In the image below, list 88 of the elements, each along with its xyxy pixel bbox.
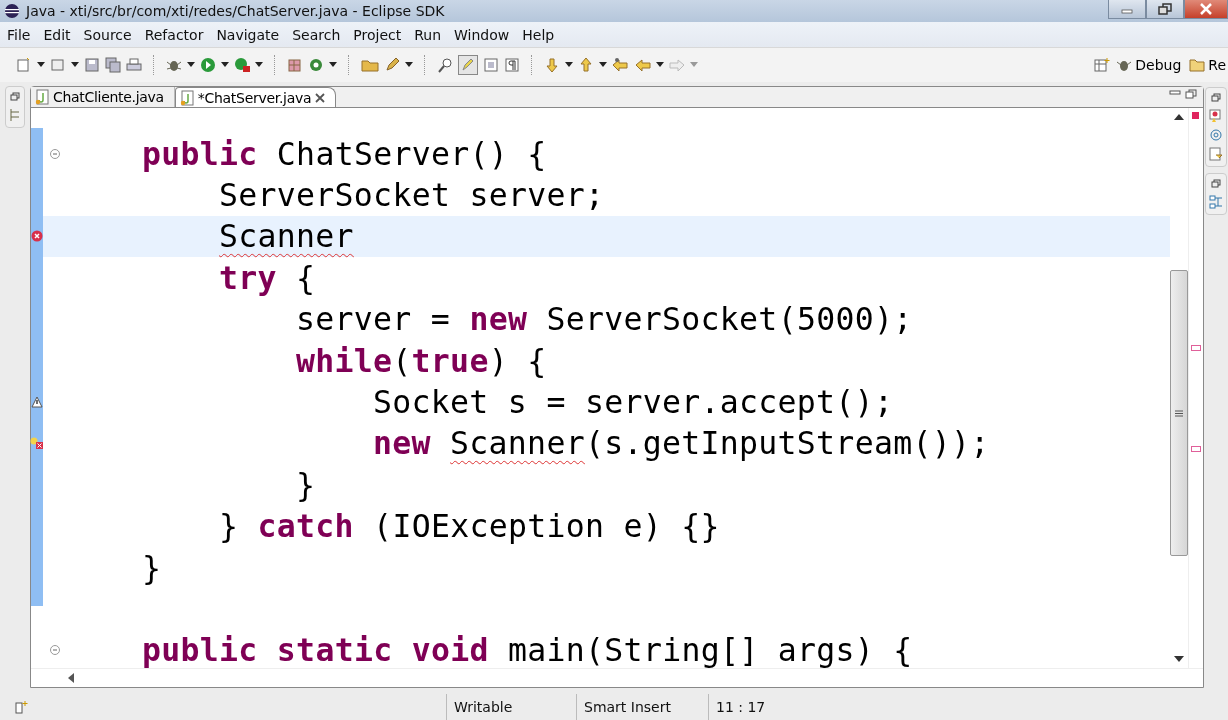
close-button[interactable] [1184,0,1228,19]
open-perspective-icon[interactable] [1094,57,1111,73]
code-line: } catch (IOException e) {} [219,508,720,545]
run-tool-icon[interactable] [234,57,250,73]
caret-icon[interactable] [329,62,337,68]
previous-annotation-icon[interactable] [578,57,594,73]
caret-icon[interactable] [187,62,195,68]
print-icon[interactable] [126,57,142,73]
block-select-icon[interactable] [483,57,499,73]
menu-item[interactable]: File [2,26,39,43]
problems-icon[interactable] [1209,109,1223,123]
minimize-icon[interactable] [1169,89,1181,97]
pilcrow-icon[interactable] [504,57,520,73]
menu-item[interactable]: Edit [38,26,79,43]
menu-item[interactable]: Run [409,26,450,43]
run-icon[interactable] [200,57,216,73]
menu-item[interactable]: Help [517,26,563,43]
restore-icon[interactable] [1211,179,1221,189]
caret-icon[interactable] [37,62,45,68]
editor-tab[interactable]: *ChatServer.java [174,87,337,107]
code-line: Socket s = server.accept(); [373,384,894,421]
annotation-mark[interactable] [1191,345,1201,351]
fast-view-icon[interactable] [14,700,28,714]
scrollbar-thumb[interactable] [1170,270,1188,556]
restore-button[interactable] [1146,0,1184,19]
scroll-up-icon[interactable] [1174,113,1184,121]
java-file-icon [35,89,49,105]
close-icon[interactable] [315,92,326,103]
code-line: Scanner [219,218,354,255]
lightbulb-error-icon[interactable] [30,437,44,450]
restore-icon[interactable] [1211,93,1221,103]
code-line: server = new ServerSocket(5000); [296,301,913,338]
maximize-icon[interactable] [1185,89,1197,99]
annotation-mark[interactable] [1191,446,1201,452]
perspective-button[interactable]: Debug [1114,55,1184,75]
status-text: Smart Insert [576,694,708,720]
new-file-icon[interactable] [16,57,32,73]
error-icon[interactable] [31,230,43,243]
hierarchy-icon[interactable] [1209,195,1223,209]
declaration-icon[interactable] [1209,147,1223,161]
pencil-icon[interactable] [384,57,400,73]
code-line: ServerSocket server; [219,177,605,214]
java-file-icon [179,89,194,106]
fold-icon[interactable] [50,148,60,159]
code-line: while(true) { [296,342,547,379]
next-annotation-icon[interactable] [544,57,560,73]
code-line: public ChatServer() { [142,135,547,172]
status-text: 11 : 17 [708,694,816,720]
code-line: } [142,549,162,586]
fold-icon[interactable] [50,645,60,656]
menu-item[interactable]: Window [449,26,518,43]
scroll-down-icon[interactable] [1174,655,1184,663]
caret-icon[interactable] [255,62,263,68]
save-icon[interactable] [84,57,100,73]
code-line: new Scanner(s.getInputStream()); [373,425,990,462]
restore-icon [1158,3,1172,15]
scroll-left-icon[interactable] [67,673,75,683]
folder-icon [1189,57,1206,73]
outline-icon[interactable] [9,108,21,122]
caret-icon[interactable] [656,62,664,68]
menu-item[interactable]: Project [348,26,410,43]
menu-item[interactable]: Navigate [211,26,288,43]
eclipse-icon [4,3,20,19]
caret-icon[interactable] [71,62,79,68]
close-icon [1199,3,1213,15]
perspective-button[interactable]: Re [1187,55,1228,75]
caret-icon[interactable] [221,62,229,68]
caret-icon[interactable] [565,62,573,68]
menu-item[interactable]: Source [78,26,140,43]
warning-icon[interactable] [31,396,43,409]
menu-item[interactable]: Search [287,26,349,43]
highlight-icon[interactable] [458,55,478,75]
restore-icon[interactable] [10,92,20,102]
status-text: Writable [446,694,576,720]
at-sign-icon[interactable] [1210,129,1222,141]
back-arrow-icon[interactable] [635,57,651,73]
minimize-button[interactable] [1108,0,1146,19]
caret-icon[interactable] [599,62,607,68]
code-line: try { [219,259,316,296]
window-title: Java - xti/src/br/com/xti/redes/ChatServer.java - Eclipse SDK [26,3,445,19]
grip-icon [1175,409,1183,417]
caret-icon[interactable] [405,62,413,68]
menu-item[interactable]: Refactor [139,26,212,43]
last-edit-icon[interactable] [612,57,630,73]
code-line: } [296,466,316,503]
save-all-icon[interactable] [105,57,121,73]
code-line: public static void main(String[] args) { [142,632,913,669]
open-folder-icon[interactable] [361,57,379,73]
